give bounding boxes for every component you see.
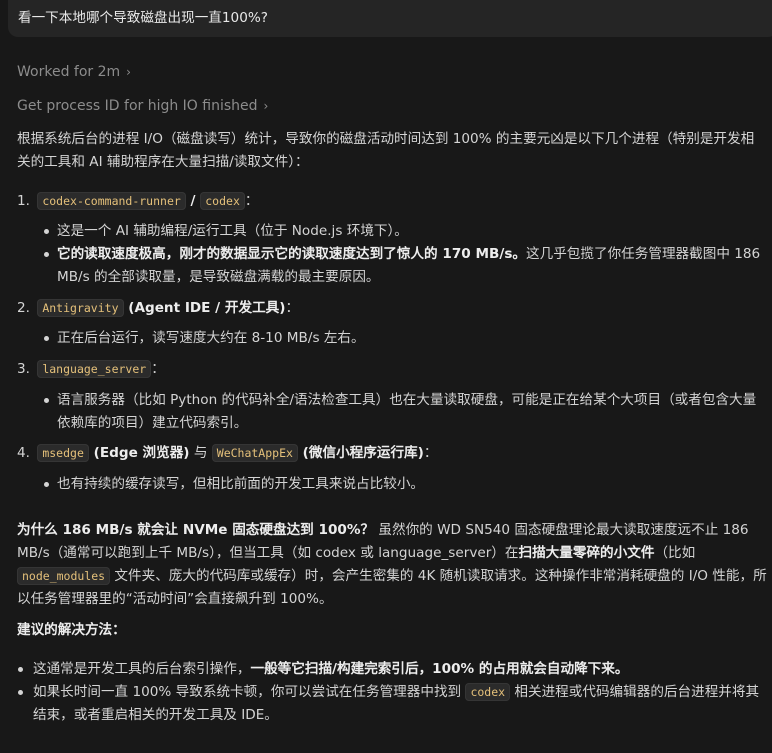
user-message-bubble: 看一下本地哪个导致磁盘出现一直100%? bbox=[8, 0, 772, 37]
why-text-2: （比如 bbox=[654, 545, 696, 561]
list-item-1: 1. codex-command-runner / codex： bbox=[17, 190, 767, 213]
advice-heading: 建议的解决方法： bbox=[17, 622, 126, 638]
list-number: 2. bbox=[17, 300, 30, 316]
intro-text: 根据系统后台的进程 I/O（磁盘读写）统计，导致你的磁盘活动时间达到 100% … bbox=[17, 131, 755, 170]
worked-for-label: Worked for 2m bbox=[17, 64, 121, 80]
why-heading: 为什么 186 MB/s 就会让 NVMe 固态硬盘达到 100%？ bbox=[17, 522, 375, 538]
process-code-language-server: language_server bbox=[37, 360, 152, 378]
intro-paragraph: 根据系统后台的进程 I/O（磁盘读写）统计，导致你的磁盘活动时间达到 100% … bbox=[17, 128, 767, 174]
bold-label: (Edge 浏览器) bbox=[88, 445, 190, 461]
process-code-antigravity: Antigravity bbox=[37, 299, 124, 317]
connector-text: 与 bbox=[189, 445, 212, 461]
bullet-bold-text: 它的读取速度极高，刚才的数据显示它的读取速度达到了惊人的 170 MB/s。 bbox=[57, 246, 527, 262]
list-item-2: 2. Antigravity (Agent IDE / 开发工具)： bbox=[17, 297, 767, 320]
chevron-right-icon: › bbox=[126, 65, 131, 79]
advice-heading-block: 建议的解决方法： bbox=[17, 619, 767, 642]
list-item-4-bullet: 也有持续的缓存读写，但相比前面的开发工具来说占比较小。 bbox=[17, 473, 767, 496]
tool-step-toggle[interactable]: Get process ID for high IO finished › bbox=[17, 95, 268, 118]
why-paragraph: 为什么 186 MB/s 就会让 NVMe 固态硬盘达到 100%？ 虽然你的 … bbox=[17, 519, 767, 611]
list-item-1-bullet-2: 它的读取速度极高，刚才的数据显示它的读取速度达到了惊人的 170 MB/s。这几… bbox=[17, 243, 767, 289]
advice-item-2: 如果长时间一直 100% 导致系统卡顿，你可以尝试在任务管理器中找到 codex… bbox=[17, 681, 767, 727]
code-node-modules: node_modules bbox=[17, 567, 111, 585]
bullet-text: 这是一个 AI 辅助编程/运行工具（位于 Node.js 环境下）。 bbox=[17, 220, 767, 243]
why-bold-2: 扫描大量零碎的小文件 bbox=[518, 545, 655, 561]
list-number: 1. bbox=[17, 193, 30, 209]
colon: ： bbox=[151, 361, 165, 377]
list-item-4: 4. msedge (Edge 浏览器) 与 WeChatAppEx (微信小程… bbox=[17, 442, 767, 465]
bullet-text: 也有持续的缓存读写，但相比前面的开发工具来说占比较小。 bbox=[17, 473, 767, 496]
chevron-right-icon: › bbox=[263, 99, 269, 113]
process-code-codex-command-runner: codex-command-runner bbox=[37, 192, 186, 210]
tool-step-label: Get process ID for high IO finished bbox=[17, 98, 258, 114]
list-item-3: 3. language_server： bbox=[17, 358, 767, 381]
colon: ： bbox=[244, 193, 259, 209]
list-item-1-bullet-1: 这是一个 AI 辅助编程/运行工具（位于 Node.js 环境下）。 bbox=[17, 220, 767, 243]
advice-bold: 一般等它扫描/构建完索引后，100% 的占用就会自动降下来。 bbox=[250, 661, 629, 677]
code-codex: codex bbox=[465, 683, 511, 701]
list-number: 4. bbox=[17, 445, 30, 461]
why-text-3: 文件夹、庞大的代码库或缓存）时，会产生密集的 4K 随机读取请求。这种操作非常消… bbox=[17, 568, 767, 607]
colon: ： bbox=[285, 300, 300, 316]
list-item-3-bullet: 语言服务器（比如 Python 的代码补全/语法检查工具）也在大量读取硬盘，可能… bbox=[17, 389, 767, 435]
advice-item-1: 这通常是开发工具的后台索引操作，一般等它扫描/构建完索引后，100% 的占用就会… bbox=[17, 658, 767, 681]
list-item-2-bullet: 正在后台运行，读写速度大约在 8-10 MB/s 左右。 bbox=[17, 327, 767, 350]
bullet-text: 语言服务器（比如 Python 的代码补全/语法检查工具）也在大量读取硬盘，可能… bbox=[17, 389, 767, 435]
separator: / bbox=[185, 193, 201, 209]
colon: ： bbox=[423, 445, 438, 461]
bold-label: (Agent IDE / 开发工具) bbox=[123, 300, 286, 316]
list-number: 3. bbox=[17, 361, 30, 377]
process-code-wechatappex: WeChatAppEx bbox=[211, 444, 298, 462]
process-code-codex: codex bbox=[200, 192, 245, 210]
advice-text: 这通常是开发工具的后台索引操作， bbox=[33, 661, 251, 677]
advice-text-1: 如果长时间一直 100% 导致系统卡顿，你可以尝试在任务管理器中找到 bbox=[33, 684, 466, 700]
bold-label: (微信小程序运行库) bbox=[297, 445, 424, 461]
process-code-msedge: msedge bbox=[37, 444, 89, 462]
bullet-text: 正在后台运行，读写速度大约在 8-10 MB/s 左右。 bbox=[17, 327, 767, 350]
user-message-text: 看一下本地哪个导致磁盘出现一直100%? bbox=[18, 10, 268, 26]
worked-for-toggle[interactable]: Worked for 2m › bbox=[17, 61, 131, 84]
